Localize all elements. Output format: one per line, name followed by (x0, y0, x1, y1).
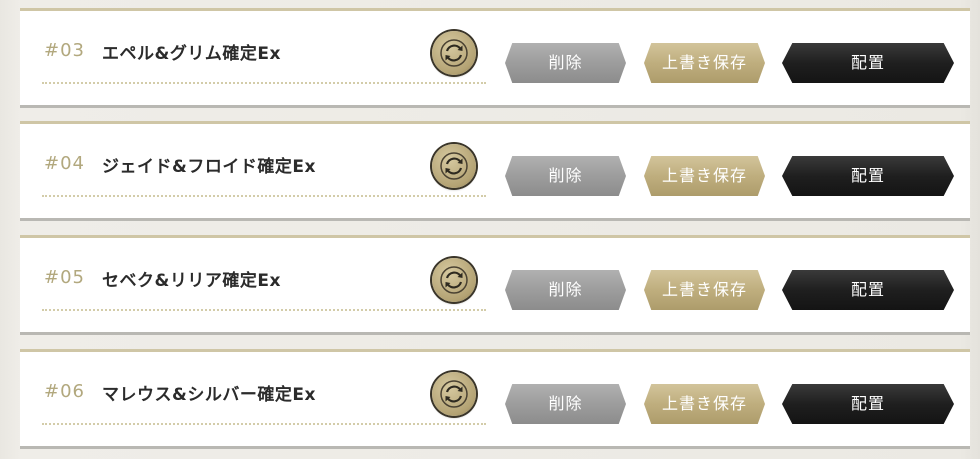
dotted-divider (42, 82, 486, 84)
overwrite-save-button[interactable]: 上書き保存 (644, 384, 765, 424)
overwrite-save-button[interactable]: 上書き保存 (644, 270, 765, 310)
row-name: セベク&リリア確定Ex (102, 271, 281, 291)
row-name: エペル&グリム確定Ex (102, 44, 281, 64)
formation-row: #04 ジェイド&フロイド確定Ex 削除 上書き保存 配置 (20, 121, 970, 221)
row-name: ジェイド&フロイド確定Ex (102, 157, 316, 177)
delete-button[interactable]: 削除 (505, 384, 626, 424)
row-number: #05 (44, 267, 85, 288)
place-button[interactable]: 配置 (782, 156, 954, 196)
sync-button[interactable] (432, 258, 476, 302)
formation-row: #06 マレウス&シルバー確定Ex 削除 上書き保存 配置 (20, 349, 970, 449)
sync-icon (440, 39, 468, 67)
dotted-divider (42, 423, 486, 425)
delete-button[interactable]: 削除 (505, 43, 626, 83)
sync-icon (440, 266, 468, 294)
row-name: マレウス&シルバー確定Ex (102, 385, 316, 405)
sync-icon (440, 380, 468, 408)
sync-button[interactable] (432, 372, 476, 416)
dotted-divider (42, 309, 486, 311)
overwrite-save-button[interactable]: 上書き保存 (644, 43, 765, 83)
place-button[interactable]: 配置 (782, 384, 954, 424)
row-number: #04 (44, 153, 85, 174)
formation-row: #05 セベク&リリア確定Ex 削除 上書き保存 配置 (20, 235, 970, 335)
delete-button[interactable]: 削除 (505, 270, 626, 310)
sync-button[interactable] (432, 31, 476, 75)
row-number: #03 (44, 40, 85, 61)
row-number: #06 (44, 381, 85, 402)
dotted-divider (42, 195, 486, 197)
sync-icon (440, 152, 468, 180)
sync-button[interactable] (432, 144, 476, 188)
delete-button[interactable]: 削除 (505, 156, 626, 196)
formation-row: #03 エペル&グリム確定Ex 削除 上書き保存 配置 (20, 8, 970, 108)
place-button[interactable]: 配置 (782, 43, 954, 83)
place-button[interactable]: 配置 (782, 270, 954, 310)
overwrite-save-button[interactable]: 上書き保存 (644, 156, 765, 196)
